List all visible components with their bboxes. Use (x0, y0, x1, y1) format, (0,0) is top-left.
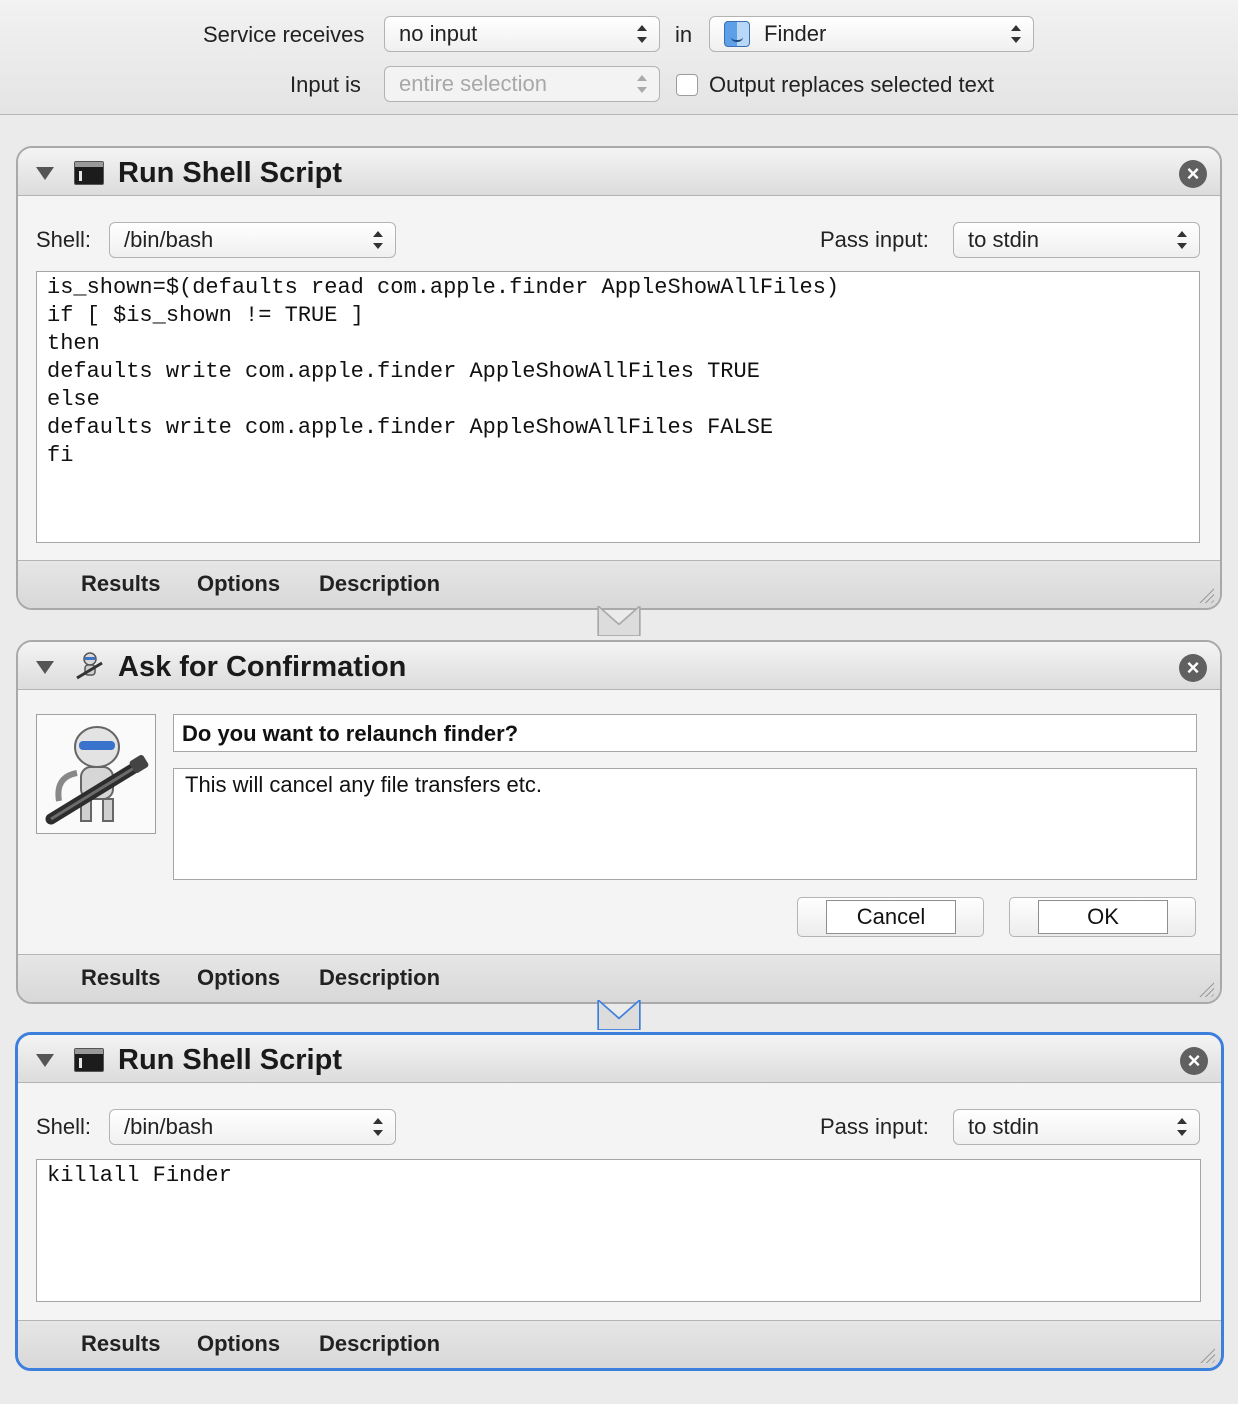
cancel-button-label: Cancel (826, 900, 956, 934)
service-receives-label: Service receives (203, 22, 365, 47)
action-ask-for-confirmation[interactable]: Ask for Confirmation × Do you want to re… (16, 640, 1222, 1004)
description-tab[interactable]: Description (319, 571, 440, 597)
action-footer: Results Options Description (18, 560, 1220, 608)
ok-button-preview[interactable]: OK (1009, 897, 1196, 937)
pass-input-value: to stdin (968, 227, 1039, 252)
detail-field[interactable]: This will cancel any file transfers etc. (173, 768, 1197, 880)
output-replaces-label: Output replaces selected text (709, 72, 994, 97)
pass-input-popup[interactable]: to stdin (953, 1109, 1200, 1145)
input-is-popup: entire selection (384, 66, 660, 102)
input-is-value: entire selection (399, 71, 547, 96)
action-connector (597, 1000, 641, 1030)
results-tab[interactable]: Results (81, 571, 160, 597)
resize-grip-icon[interactable] (1196, 585, 1214, 603)
output-replaces-checkbox[interactable] (676, 74, 698, 96)
script-editor[interactable]: is_shown=$(defaults read com.apple.finde… (36, 271, 1200, 543)
popup-arrows-icon (373, 1118, 383, 1136)
disclosure-triangle-icon[interactable] (36, 661, 54, 674)
resize-grip-icon[interactable] (1197, 1345, 1215, 1363)
popup-arrows-icon (637, 25, 647, 43)
action-titlebar: Run Shell Script × (18, 148, 1220, 196)
automator-robot-image (36, 714, 156, 834)
popup-arrows-icon (1011, 25, 1021, 43)
shell-value: /bin/bash (124, 1114, 214, 1139)
automator-robot-icon (76, 652, 103, 680)
action-connector (597, 606, 641, 636)
action-title: Ask for Confirmation (118, 651, 407, 683)
terminal-icon (74, 1048, 104, 1072)
pass-input-popup[interactable]: to stdin (953, 222, 1200, 258)
popup-arrows-icon (637, 75, 647, 93)
action-footer: Results Options Description (18, 1320, 1221, 1368)
popup-arrows-icon (1177, 1118, 1187, 1136)
shell-label: Shell: (36, 227, 92, 252)
cancel-button-preview[interactable]: Cancel (797, 897, 984, 937)
automator-robot-icon (45, 726, 149, 825)
popup-arrows-icon (373, 231, 383, 249)
terminal-icon (74, 161, 104, 185)
message-field[interactable]: Do you want to relaunch finder? (173, 714, 1197, 752)
options-tab[interactable]: Options (197, 571, 280, 597)
description-tab[interactable]: Description (319, 965, 440, 991)
results-tab[interactable]: Results (81, 965, 160, 991)
ok-button-label: OK (1038, 900, 1168, 934)
action-run-shell-script-1[interactable]: Run Shell Script × Shell: /bin/bash Pass… (16, 146, 1222, 610)
finder-icon (724, 21, 750, 47)
shell-popup[interactable]: /bin/bash (109, 1109, 396, 1145)
close-icon[interactable]: × (1180, 1047, 1208, 1075)
in-label: in (675, 22, 693, 47)
shell-popup[interactable]: /bin/bash (109, 222, 396, 258)
pass-input-value: to stdin (968, 1114, 1039, 1139)
action-footer: Results Options Description (18, 954, 1220, 1002)
options-tab[interactable]: Options (197, 1331, 280, 1357)
input-type-value: no input (399, 21, 478, 46)
action-run-shell-script-2[interactable]: Run Shell Script × Shell: /bin/bash Pass… (15, 1032, 1224, 1371)
input-type-popup[interactable]: no input (384, 16, 660, 52)
workflow-header: Service receives no input in Finder Inpu… (0, 0, 1238, 115)
shell-value: /bin/bash (124, 227, 214, 252)
action-titlebar: Ask for Confirmation × (18, 642, 1220, 690)
pass-input-label: Pass input: (820, 227, 929, 252)
description-tab[interactable]: Description (319, 1331, 440, 1357)
popup-arrows-icon (1177, 231, 1187, 249)
close-icon[interactable]: × (1179, 160, 1207, 188)
action-titlebar: Run Shell Script × (18, 1035, 1221, 1083)
input-is-label: Input is (290, 72, 361, 97)
pass-input-label: Pass input: (820, 1114, 929, 1139)
shell-label: Shell: (36, 1114, 92, 1139)
application-popup[interactable]: Finder (709, 16, 1034, 52)
action-title: Run Shell Script (118, 157, 342, 189)
results-tab[interactable]: Results (81, 1331, 160, 1357)
action-title: Run Shell Script (118, 1044, 342, 1076)
close-icon[interactable]: × (1179, 654, 1207, 682)
disclosure-triangle-icon[interactable] (36, 1054, 54, 1067)
script-editor[interactable]: killall Finder (36, 1159, 1201, 1302)
disclosure-triangle-icon[interactable] (36, 167, 54, 180)
options-tab[interactable]: Options (197, 965, 280, 991)
application-value: Finder (764, 21, 827, 46)
resize-grip-icon[interactable] (1196, 979, 1214, 997)
